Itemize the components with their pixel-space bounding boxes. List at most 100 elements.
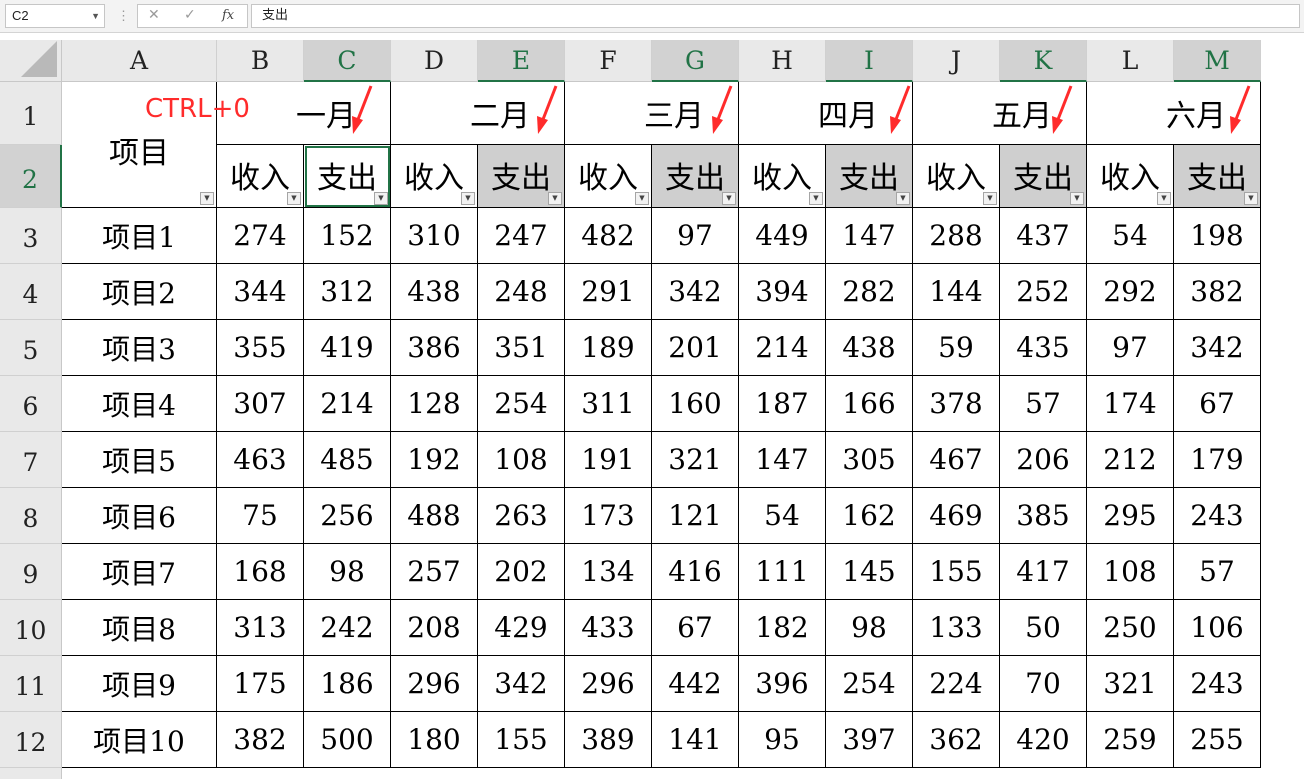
value-cell[interactable]: 313 — [217, 600, 304, 656]
project-name-cell[interactable]: 项目3 — [62, 320, 217, 376]
value-cell[interactable]: 419 — [304, 320, 391, 376]
row-header-3[interactable]: 3 — [0, 208, 62, 264]
column-header-j[interactable]: J — [913, 40, 1000, 82]
value-cell[interactable]: 152 — [304, 208, 391, 264]
value-cell[interactable]: 168 — [217, 544, 304, 600]
value-cell[interactable]: 97 — [1087, 320, 1174, 376]
project-name-cell[interactable]: 项目4 — [62, 376, 217, 432]
value-cell[interactable]: 145 — [826, 544, 913, 600]
value-cell[interactable]: 256 — [304, 488, 391, 544]
filter-dropdown-icon[interactable]: ▼ — [1157, 192, 1171, 205]
project-name-cell[interactable]: 项目1 — [62, 208, 217, 264]
project-name-cell[interactable]: 项目8 — [62, 600, 217, 656]
value-cell[interactable]: 500 — [304, 712, 391, 768]
select-all-corner[interactable] — [0, 40, 62, 82]
fx-icon[interactable]: fx — [222, 8, 234, 23]
value-cell[interactable]: 54 — [739, 488, 826, 544]
value-cell[interactable]: 321 — [652, 432, 739, 488]
value-cell[interactable]: 242 — [304, 600, 391, 656]
value-cell[interactable]: 182 — [739, 600, 826, 656]
value-cell[interactable]: 355 — [217, 320, 304, 376]
filter-dropdown-icon[interactable]: ▼ — [287, 192, 301, 205]
value-cell[interactable]: 174 — [1087, 376, 1174, 432]
value-cell[interactable]: 385 — [1000, 488, 1087, 544]
value-cell[interactable]: 438 — [826, 320, 913, 376]
value-cell[interactable]: 175 — [217, 656, 304, 712]
value-cell[interactable]: 59 — [913, 320, 1000, 376]
value-cell[interactable]: 108 — [1087, 544, 1174, 600]
value-cell[interactable]: 212 — [1087, 432, 1174, 488]
value-cell[interactable]: 420 — [1000, 712, 1087, 768]
value-cell[interactable]: 296 — [565, 656, 652, 712]
income-header-cell[interactable]: 收入 ▼ — [217, 145, 304, 208]
project-name-cell[interactable]: 项目9 — [62, 656, 217, 712]
value-cell[interactable]: 449 — [739, 208, 826, 264]
project-name-cell[interactable]: 项目5 — [62, 432, 217, 488]
column-header-m[interactable]: M — [1174, 40, 1261, 82]
filter-dropdown-icon[interactable]: ▼ — [548, 192, 562, 205]
value-cell[interactable]: 187 — [739, 376, 826, 432]
column-header-g[interactable]: G — [652, 40, 739, 82]
filter-dropdown-icon[interactable]: ▼ — [635, 192, 649, 205]
value-cell[interactable]: 435 — [1000, 320, 1087, 376]
value-cell[interactable]: 389 — [565, 712, 652, 768]
value-cell[interactable]: 442 — [652, 656, 739, 712]
value-cell[interactable]: 201 — [652, 320, 739, 376]
column-header-d[interactable]: D — [391, 40, 478, 82]
value-cell[interactable]: 344 — [217, 264, 304, 320]
value-cell[interactable]: 198 — [1174, 208, 1261, 264]
value-cell[interactable]: 351 — [478, 320, 565, 376]
value-cell[interactable]: 342 — [478, 656, 565, 712]
value-cell[interactable]: 488 — [391, 488, 478, 544]
value-cell[interactable]: 288 — [913, 208, 1000, 264]
value-cell[interactable]: 248 — [478, 264, 565, 320]
row-header-11[interactable]: 11 — [0, 656, 62, 712]
value-cell[interactable]: 433 — [565, 600, 652, 656]
value-cell[interactable]: 155 — [478, 712, 565, 768]
value-cell[interactable]: 108 — [478, 432, 565, 488]
value-cell[interactable]: 296 — [391, 656, 478, 712]
expense-header-cell[interactable]: 支出 ▼ — [478, 145, 565, 208]
row-header-12[interactable]: 12 — [0, 712, 62, 768]
chevron-down-icon[interactable]: ▼ — [91, 5, 100, 27]
filter-dropdown-icon[interactable]: ▼ — [983, 192, 997, 205]
value-cell[interactable]: 416 — [652, 544, 739, 600]
value-cell[interactable]: 179 — [1174, 432, 1261, 488]
income-header-cell[interactable]: 收入 ▼ — [913, 145, 1000, 208]
income-header-cell[interactable]: 收入 ▼ — [1087, 145, 1174, 208]
value-cell[interactable]: 397 — [826, 712, 913, 768]
filter-dropdown-icon[interactable]: ▼ — [461, 192, 475, 205]
expense-header-cell[interactable]: 支出 ▼ — [826, 145, 913, 208]
row-header-6[interactable]: 6 — [0, 376, 62, 432]
value-cell[interactable]: 257 — [391, 544, 478, 600]
row-header-1[interactable]: 1 — [0, 82, 62, 145]
value-cell[interactable]: 75 — [217, 488, 304, 544]
expense-header-cell[interactable]: 支出 ▼ — [1174, 145, 1261, 208]
filter-dropdown-icon[interactable]: ▼ — [722, 192, 736, 205]
filter-dropdown-icon[interactable]: ▼ — [1244, 192, 1258, 205]
filter-dropdown-icon[interactable]: ▼ — [896, 192, 910, 205]
value-cell[interactable]: 121 — [652, 488, 739, 544]
value-cell[interactable]: 128 — [391, 376, 478, 432]
column-header-e[interactable]: E — [478, 40, 565, 82]
value-cell[interactable]: 67 — [1174, 376, 1261, 432]
value-cell[interactable]: 437 — [1000, 208, 1087, 264]
value-cell[interactable]: 295 — [1087, 488, 1174, 544]
value-cell[interactable]: 50 — [1000, 600, 1087, 656]
value-cell[interactable]: 342 — [1174, 320, 1261, 376]
value-cell[interactable]: 292 — [1087, 264, 1174, 320]
value-cell[interactable]: 312 — [304, 264, 391, 320]
value-cell[interactable]: 282 — [826, 264, 913, 320]
value-cell[interactable]: 243 — [1174, 656, 1261, 712]
value-cell[interactable]: 482 — [565, 208, 652, 264]
column-header-i[interactable]: I — [826, 40, 913, 82]
value-cell[interactable]: 186 — [304, 656, 391, 712]
column-header-a[interactable]: A — [62, 40, 217, 82]
row-header-7[interactable]: 7 — [0, 432, 62, 488]
value-cell[interactable]: 106 — [1174, 600, 1261, 656]
value-cell[interactable]: 247 — [478, 208, 565, 264]
column-header-c[interactable]: C — [304, 40, 391, 82]
income-header-cell[interactable]: 收入 ▼ — [565, 145, 652, 208]
value-cell[interactable]: 160 — [652, 376, 739, 432]
value-cell[interactable]: 70 — [1000, 656, 1087, 712]
